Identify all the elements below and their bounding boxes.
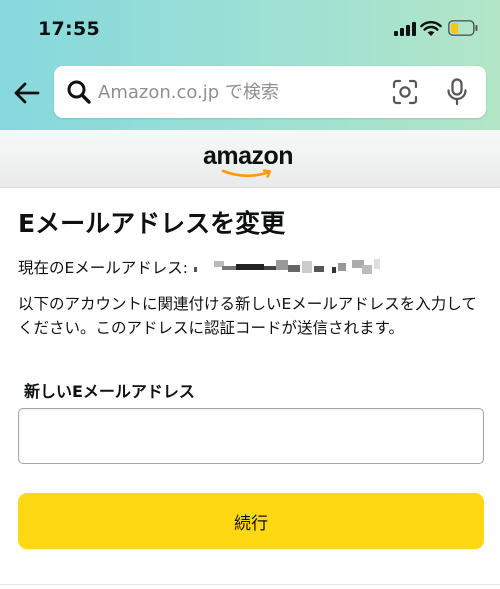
camera-icon[interactable] [392,79,418,105]
new-email-input[interactable] [18,408,484,464]
redacted-email-value [194,259,381,274]
current-email-row: 現在のEメールアドレス: [18,256,382,278]
logo-text: amazon [203,142,294,170]
instructions-text: 以下のアカウントに関連付ける新しいEメールアドレスを入力してください。このアドレ… [18,295,477,337]
wifi-icon [420,21,442,36]
signal-icon [394,22,416,36]
continue-button[interactable]: 続行 [18,493,484,549]
status-bar: 17:55 [0,0,500,56]
amazon-logo[interactable]: amazon [203,142,299,180]
search-row [0,56,500,130]
battery-icon [448,20,478,36]
new-email-label: 新しいEメールアドレス [24,382,195,401]
microphone-icon[interactable] [446,78,468,106]
search-box[interactable] [54,66,486,118]
bottom-divider [0,584,500,585]
page-title: Eメールアドレスを変更 [18,209,286,238]
header-area: 17:55 [0,0,500,130]
current-email-label: 現在のEメールアドレス: [18,259,189,277]
back-arrow-icon[interactable] [12,78,42,108]
amazon-smile-icon [221,169,272,178]
logo-bar: amazon [0,130,500,188]
search-icon [67,80,91,104]
status-time: 17:55 [38,18,100,40]
search-input[interactable] [98,78,368,106]
